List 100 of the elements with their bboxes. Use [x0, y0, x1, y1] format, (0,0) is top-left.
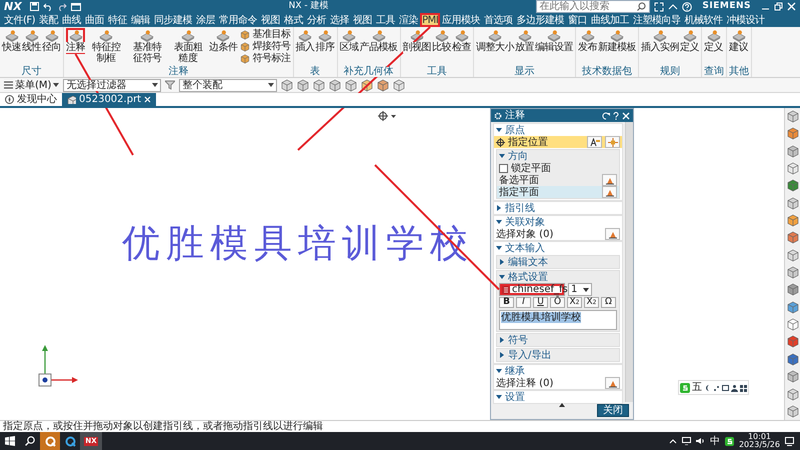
- ribbon-button[interactable]: 定义: [704, 28, 723, 54]
- menu-tab[interactable]: 文件(F): [2, 13, 38, 27]
- close-icon[interactable]: [787, 2, 796, 11]
- ribbon-button[interactable]: 比较: [432, 28, 451, 54]
- app-icon[interactable]: [64, 436, 76, 446]
- ribbon-button[interactable]: 定义: [680, 28, 699, 54]
- cube-icon[interactable]: [786, 179, 798, 192]
- settings-icon[interactable]: [494, 112, 502, 120]
- cube-icon[interactable]: [281, 78, 294, 92]
- symbol-button[interactable]: Ω: [601, 297, 616, 308]
- cube-icon[interactable]: [786, 266, 798, 280]
- underline-button[interactable]: U: [533, 297, 548, 308]
- size-dropdown[interactable]: 1: [568, 283, 592, 296]
- window-icon[interactable]: [70, 2, 81, 11]
- ribbon-button[interactable]: 新建模板: [598, 28, 636, 54]
- select-button[interactable]: [605, 377, 620, 389]
- ime-logo-icon[interactable]: [724, 436, 734, 446]
- cube-icon[interactable]: [786, 318, 798, 332]
- crosshair-icon[interactable]: [378, 111, 398, 121]
- selection-row[interactable]: 指定平面: [497, 186, 619, 198]
- text-style-button[interactable]: [587, 136, 602, 148]
- cube-icon[interactable]: [786, 300, 798, 314]
- menu-tab[interactable]: 工具: [374, 13, 398, 27]
- close-button[interactable]: 关闭: [597, 404, 629, 417]
- menu-tab[interactable]: 格式: [282, 13, 306, 27]
- keyboard-icon[interactable]: [722, 384, 729, 392]
- selection-row[interactable]: 选择对象 (0): [494, 228, 622, 240]
- document-tab[interactable]: 发现中心: [0, 93, 62, 106]
- notification-icon[interactable]: [785, 436, 794, 446]
- menu-tab[interactable]: 装配: [37, 13, 60, 27]
- cube-icon[interactable]: [786, 248, 798, 262]
- menu-tab[interactable]: 冲模设计: [724, 13, 767, 27]
- moon-icon[interactable]: [704, 384, 711, 392]
- cube-icon[interactable]: [345, 78, 358, 92]
- punctuation-icon[interactable]: [713, 384, 720, 392]
- grid-icon[interactable]: [740, 384, 747, 392]
- save-icon[interactable]: [30, 2, 39, 11]
- restore-icon[interactable]: [774, 2, 783, 11]
- menu-tab[interactable]: 机械软件: [682, 13, 725, 27]
- cube-icon[interactable]: [786, 370, 798, 384]
- section-header[interactable]: 关联对象: [494, 216, 622, 228]
- fullscreen-icon[interactable]: [654, 2, 664, 12]
- scope-dropdown[interactable]: 整个装配: [179, 78, 278, 92]
- undo-icon[interactable]: [42, 2, 53, 11]
- input-language[interactable]: 中: [710, 436, 720, 446]
- filter-dropdown[interactable]: 无选择过滤器: [63, 78, 162, 92]
- ribbon-button[interactable]: 发布: [578, 28, 597, 54]
- document-tab[interactable]: 0523002.prt: [62, 93, 156, 106]
- cube-icon[interactable]: [786, 352, 798, 366]
- ribbon-button[interactable]: 区域: [340, 28, 358, 54]
- select-button[interactable]: [602, 174, 617, 186]
- menu-tab[interactable]: 选择: [328, 13, 352, 27]
- ribbon-button[interactable]: 调整大小: [476, 28, 514, 54]
- search-field[interactable]: 在此输入以搜索: [536, 0, 650, 13]
- help-icon[interactable]: [682, 2, 692, 12]
- reset-icon[interactable]: [602, 112, 610, 120]
- menu-tab[interactable]: 多边形建模: [514, 13, 566, 27]
- cube-icon[interactable]: [786, 283, 798, 296]
- section-header[interactable]: 指引线: [494, 202, 622, 214]
- cube-icon[interactable]: [786, 162, 798, 176]
- network-icon[interactable]: [682, 437, 691, 445]
- ribbon-button[interactable]: 剖视图: [402, 28, 431, 54]
- ribbon-button[interactable]: 注释: [66, 28, 85, 54]
- selection-row[interactable]: 备选平面: [497, 174, 619, 186]
- menu-tab[interactable]: 应用模块: [440, 13, 482, 27]
- menu-tab[interactable]: 视图: [259, 13, 282, 27]
- menu-tab[interactable]: 曲线加工: [589, 13, 632, 27]
- menu-tab[interactable]: PMI: [420, 13, 440, 27]
- redo-icon[interactable]: [56, 2, 67, 11]
- cube-icon[interactable]: [786, 110, 798, 123]
- cube-icon[interactable]: [297, 78, 310, 92]
- menu-tab[interactable]: 常用命令: [217, 13, 260, 27]
- ribbon-button[interactable]: 检查: [452, 28, 471, 54]
- search-icon[interactable]: [25, 436, 35, 446]
- cube-icon[interactable]: [329, 78, 342, 92]
- menu-tab[interactable]: 注塑模向导: [631, 13, 683, 27]
- select-button[interactable]: [605, 228, 620, 240]
- ribbon-button[interactable]: 符号标注: [238, 53, 290, 64]
- cube-icon[interactable]: [361, 78, 374, 92]
- section-header[interactable]: 符号: [497, 334, 619, 346]
- ribbon-button[interactable]: 编辑设置: [535, 28, 573, 54]
- menu-tab[interactable]: 首选项: [482, 13, 515, 27]
- cube-icon[interactable]: [313, 78, 326, 92]
- section-header[interactable]: 设置: [494, 391, 622, 403]
- menu-button[interactable]: 菜单(M): [4, 80, 60, 90]
- section-header[interactable]: 编辑文本: [497, 256, 619, 268]
- close-icon[interactable]: [144, 96, 152, 103]
- ribbon-button[interactable]: 插入实例: [641, 28, 679, 54]
- menu-tab[interactable]: 特征: [106, 13, 130, 27]
- funnel-icon[interactable]: [165, 80, 176, 90]
- ribbon-button[interactable]: 放置: [515, 28, 534, 54]
- text-input-field[interactable]: 优胜模具培训学校: [499, 310, 617, 330]
- volume-icon[interactable]: [696, 437, 705, 445]
- section-header[interactable]: 文本输入: [494, 242, 622, 254]
- selection-row[interactable]: 指定位置: [494, 136, 622, 148]
- help-icon[interactable]: [613, 112, 619, 120]
- bold-button[interactable]: B: [499, 297, 514, 308]
- section-header[interactable]: 继承: [494, 365, 622, 377]
- cube-icon[interactable]: [786, 404, 798, 418]
- menu-tab[interactable]: 渲染: [397, 13, 420, 27]
